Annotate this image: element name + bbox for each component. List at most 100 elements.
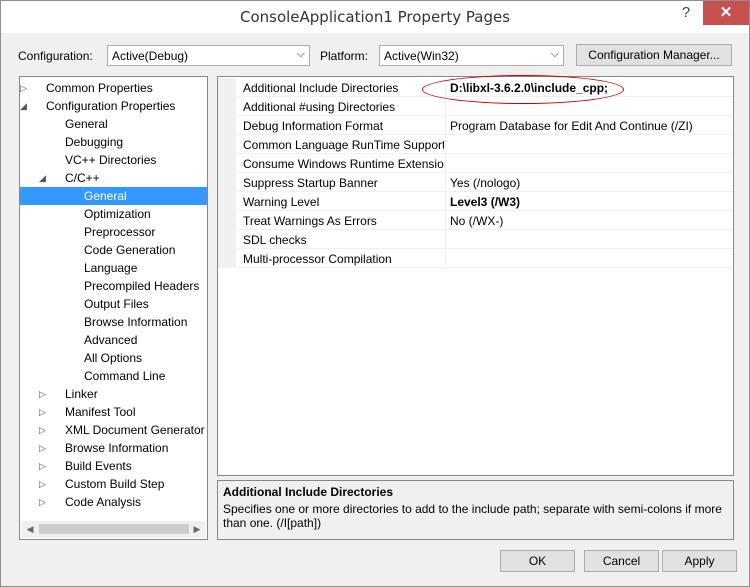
tree-item[interactable]: ▷ Manifest Tool (20, 403, 207, 421)
property-name: Debug Information Format (243, 119, 384, 133)
tree-horizontal-scrollbar[interactable]: ◀ ▶ (21, 521, 206, 538)
tree-item[interactable]: ◢ C/C++ (20, 169, 207, 187)
tree-item[interactable]: ▷ Custom Build Step (20, 475, 207, 493)
tree-item[interactable]: Optimization (20, 205, 207, 223)
tree-item[interactable]: Output Files (20, 295, 207, 313)
tree-item[interactable]: Command Line (20, 367, 207, 385)
property-grid[interactable]: Additional Include Directories D:\libxl-3… (217, 76, 734, 476)
tree-item-label: VC++ Directories (65, 153, 157, 167)
configuration-select[interactable]: Active(Debug) ⌵ (107, 45, 310, 66)
tree-item-label: Build Events (65, 459, 132, 473)
chevron-down-icon: ⌵ (550, 48, 559, 60)
tree-item-label: Command Line (84, 369, 166, 383)
property-value[interactable]: Level3 (/W3) (450, 195, 520, 209)
tree-item[interactable]: ▷ Code Analysis (20, 493, 207, 511)
expand-icon[interactable]: ▷ (39, 493, 46, 511)
row-gutter (218, 211, 236, 230)
row-gutter (218, 230, 236, 249)
tree-item[interactable]: Preprocessor (20, 223, 207, 241)
expand-icon[interactable]: ▷ (39, 475, 46, 493)
tree-item[interactable]: ▷ Linker (20, 385, 207, 403)
property-value[interactable]: Yes (/nologo) (450, 176, 520, 190)
column-divider (445, 230, 446, 249)
property-row[interactable]: SDL checks (218, 230, 733, 249)
property-tree[interactable]: ▷ Code Analysis ▷ Custom Build Step ▷ Build E… (19, 76, 208, 540)
help-button[interactable]: ? (672, 1, 700, 25)
expand-icon[interactable]: ▷ (39, 439, 46, 457)
tree-item-label: Manifest Tool (65, 405, 136, 419)
tree-item[interactable]: Code Generation (20, 241, 207, 259)
tree-item[interactable]: ▷ Browse Information (20, 439, 207, 457)
collapse-icon[interactable]: ◢ (20, 97, 27, 115)
property-row[interactable]: Debug Information Format Program Database… (218, 116, 733, 135)
tree-item-label: C/C++ (65, 171, 100, 185)
highlight-annotation (422, 75, 624, 104)
tree-item[interactable]: Debugging (20, 133, 207, 151)
tree-item[interactable]: Browse Information (20, 313, 207, 331)
chevron-down-icon: ⌵ (296, 48, 305, 60)
property-row[interactable]: Suppress Startup Banner Yes (/nologo) (218, 173, 733, 192)
column-divider (445, 154, 446, 173)
ok-button[interactable]: OK (500, 550, 575, 572)
property-value[interactable]: No (/WX-) (450, 214, 503, 228)
row-gutter (218, 192, 236, 211)
expand-icon[interactable]: ▷ (39, 421, 46, 439)
tree-item[interactable]: ▷ XML Document Generator (20, 421, 207, 439)
platform-label: Platform: (320, 49, 369, 63)
tree-item[interactable]: Language (20, 259, 207, 277)
tree-item[interactable]: VC++ Directories (20, 151, 207, 169)
scroll-left-icon[interactable]: ◀ (22, 522, 38, 537)
tree-item-label: Configuration Properties (46, 99, 176, 113)
scroll-right-icon[interactable]: ▶ (189, 522, 205, 537)
tree-item-label: Output Files (84, 297, 149, 311)
row-gutter (218, 135, 236, 154)
column-divider (445, 116, 446, 135)
tree-item[interactable]: Advanced (20, 331, 207, 349)
collapse-icon[interactable]: ◢ (39, 169, 46, 187)
row-gutter (218, 97, 236, 116)
column-divider (445, 97, 446, 116)
scrollbar-thumb[interactable] (39, 524, 189, 534)
property-pages-dialog: ConsoleApplication1 Property Pages ? ✕ C… (0, 0, 750, 587)
expand-icon[interactable]: ▷ (39, 457, 46, 475)
tree-item[interactable]: ▷ Common Properties (20, 79, 207, 97)
tree-item-label: Browse Information (65, 441, 169, 455)
property-row[interactable]: Treat Warnings As Errors No (/WX-) (218, 211, 733, 230)
platform-value: Active(Win32) (384, 49, 459, 63)
property-name: Additional Include Directories (243, 81, 399, 95)
property-row[interactable]: Common Language RunTime Support (218, 135, 733, 154)
property-name: Consume Windows Runtime Extension (243, 157, 444, 171)
tree-item-label: Code Analysis (65, 495, 142, 509)
column-divider (445, 173, 446, 192)
tree-item-label: Language (84, 261, 138, 275)
expand-icon[interactable]: ▷ (39, 403, 46, 421)
property-name: SDL checks (243, 233, 307, 247)
property-row[interactable]: Multi-processor Compilation (218, 249, 733, 268)
close-button[interactable]: ✕ (703, 1, 749, 25)
tree-item-label: Precompiled Headers (84, 279, 200, 293)
tree-item[interactable]: General (20, 187, 207, 205)
configuration-value: Active(Debug) (112, 49, 189, 63)
property-name: Additional #using Directories (243, 100, 396, 114)
tree-item[interactable]: General (20, 115, 207, 133)
description-title: Additional Include Directories (223, 485, 394, 499)
tree-item[interactable]: Precompiled Headers (20, 277, 207, 295)
tree-item-label: Linker (65, 387, 98, 401)
tree-item-label: General (65, 117, 108, 131)
property-row[interactable]: Warning Level Level3 (/W3) (218, 192, 733, 211)
configuration-label: Configuration: (18, 49, 93, 63)
tree-item[interactable]: All Options (20, 349, 207, 367)
tree-item-label: Common Properties (46, 81, 153, 95)
apply-button[interactable]: Apply (662, 550, 737, 572)
configuration-manager-button[interactable]: Configuration Manager... (576, 44, 732, 66)
expand-icon[interactable]: ▷ (20, 79, 27, 97)
tree-item[interactable]: ▷ Build Events (20, 457, 207, 475)
expand-icon[interactable]: ▷ (39, 385, 46, 403)
platform-select[interactable]: Active(Win32) ⌵ (379, 45, 564, 66)
tree-item[interactable]: ◢ Configuration Properties (20, 97, 207, 115)
title-bar: ConsoleApplication1 Property Pages ? ✕ (1, 1, 749, 33)
property-value[interactable]: Program Database for Edit And Continue (… (450, 119, 693, 133)
cancel-button[interactable]: Cancel (584, 550, 659, 572)
property-row[interactable]: Consume Windows Runtime Extension (218, 154, 733, 173)
column-divider (445, 135, 446, 154)
